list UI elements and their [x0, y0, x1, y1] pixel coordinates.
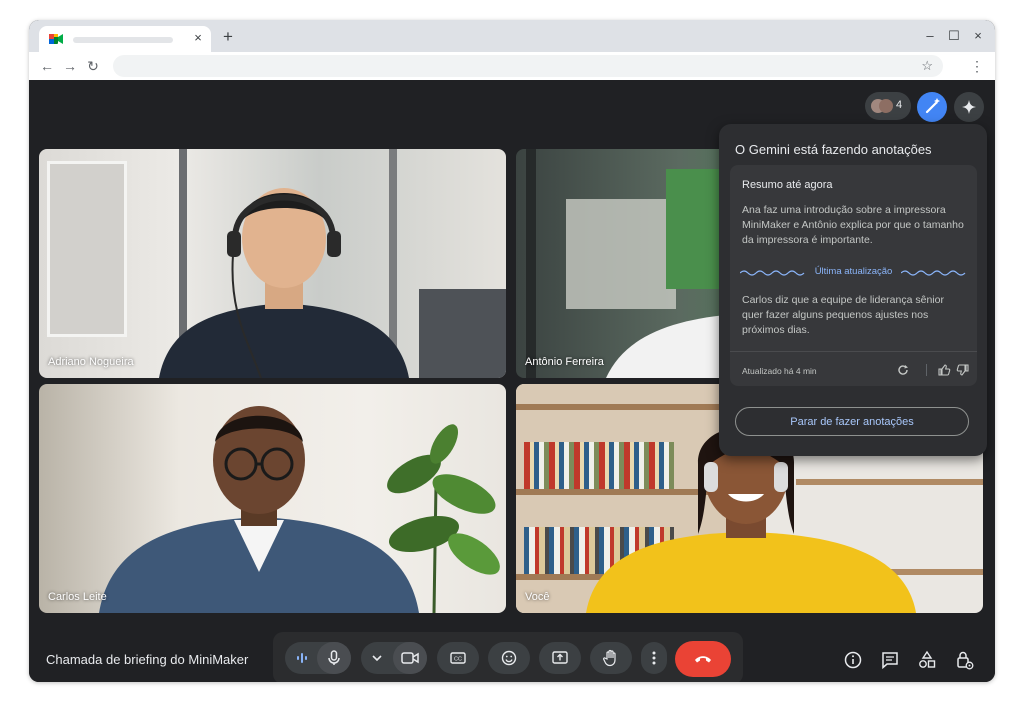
meet-favicon-icon — [49, 34, 63, 44]
participant-name-label: Você — [525, 591, 550, 603]
participant-name-label: Antônio Ferreira — [525, 356, 604, 368]
update-text: Carlos diz que a equipe de liderança sên… — [742, 294, 944, 336]
present-icon — [552, 651, 568, 664]
summary-card: Resumo até agora Ana faz uma introdução … — [730, 165, 977, 386]
panel-title: O Gemini está fazendo anotações — [735, 142, 932, 157]
call-controls-bar: CC — [273, 632, 743, 682]
window-close-button[interactable]: × — [967, 26, 989, 46]
captions-icon: CC — [450, 652, 466, 664]
voice-activity-icon — [297, 653, 307, 663]
captions-button[interactable]: CC — [437, 642, 479, 674]
raise-hand-button[interactable] — [590, 642, 632, 674]
last-update-divider: Última atualização — [740, 266, 967, 280]
end-call-icon — [695, 656, 711, 663]
participant-avatar — [879, 99, 893, 113]
wave-line-decoration — [740, 270, 805, 276]
gemini-notes-button[interactable] — [917, 92, 947, 122]
mic-button[interactable] — [317, 642, 351, 674]
browser-window: × + – ☐ × ← → ↻ ☆ ⋮ 4 Adriano Nogueira A… — [29, 20, 995, 682]
bookmark-star-icon[interactable]: ☆ — [921, 58, 933, 74]
summary-heading: Resumo até agora — [742, 179, 833, 191]
card-divider — [730, 351, 977, 352]
minimize-button[interactable]: – — [919, 26, 941, 46]
wave-line-decoration — [901, 270, 966, 276]
footer-separator — [926, 364, 927, 376]
browser-tab[interactable]: × — [39, 26, 211, 52]
back-button[interactable]: ← — [37, 56, 57, 76]
shelf-decoration — [47, 161, 127, 337]
summary-text: Ana faz uma introdução sobre a impressor… — [742, 204, 964, 246]
participant-figure — [606, 314, 736, 378]
meeting-title: Chamada de briefing do MiniMaker — [46, 652, 249, 667]
mic-icon — [328, 650, 340, 665]
activities-icon[interactable] — [913, 646, 941, 674]
host-controls-icon[interactable] — [950, 646, 978, 674]
participants-count: 4 — [896, 99, 903, 111]
thumbs-up-icon[interactable] — [937, 363, 951, 377]
plant-wall-decoration — [666, 169, 726, 289]
reload-button[interactable]: ↻ — [83, 56, 103, 76]
emoji-icon — [501, 650, 517, 666]
meet-stage: 4 Adriano Nogueira Antônio Ferreira Carl… — [29, 80, 995, 682]
tab-title-placeholder — [73, 37, 173, 43]
browser-toolbar: ← → ↻ ☆ ⋮ — [29, 52, 995, 81]
address-bar[interactable]: ☆ — [113, 55, 943, 77]
gemini-button[interactable] — [954, 92, 984, 122]
new-tab-button[interactable]: + — [217, 26, 239, 48]
stop-notes-button[interactable]: Parar de fazer anotações — [735, 407, 969, 436]
raise-hand-icon — [603, 649, 616, 667]
chat-icon[interactable] — [876, 646, 904, 674]
more-options-button[interactable] — [641, 642, 667, 674]
last-update-label: Última atualização — [814, 266, 893, 277]
more-options-icon — [652, 651, 656, 665]
maximize-button[interactable]: ☐ — [943, 26, 965, 46]
camera-button[interactable] — [393, 642, 427, 674]
updated-timestamp: Atualizado há 4 min — [742, 366, 817, 376]
refresh-icon[interactable] — [896, 363, 910, 377]
video-tile-carlos[interactable]: Carlos Leite — [39, 384, 506, 613]
desk-decoration — [419, 289, 506, 378]
camera-icon — [401, 652, 419, 664]
chevron-down-icon[interactable] — [371, 653, 383, 663]
tab-close-icon[interactable]: × — [189, 29, 207, 47]
participant-figure — [99, 406, 419, 613]
participant-figure — [159, 188, 409, 378]
tab-strip: × + – ☐ × — [29, 20, 995, 52]
mic-control-group — [285, 642, 351, 674]
video-tile-adriano[interactable]: Adriano Nogueira — [39, 149, 506, 378]
svg-text:CC: CC — [454, 657, 462, 663]
participant-name-label: Adriano Nogueira — [48, 356, 134, 368]
camera-control-group — [361, 642, 427, 674]
sparkle-icon — [962, 100, 976, 114]
participant-name-label: Carlos Leite — [48, 591, 107, 603]
shelf-board — [516, 404, 726, 410]
window-decoration — [566, 199, 676, 309]
thumbs-down-icon[interactable] — [956, 363, 970, 377]
browser-menu-button[interactable]: ⋮ — [967, 56, 987, 76]
magic-pen-icon — [925, 98, 940, 114]
door-frame-decoration — [526, 149, 536, 378]
end-call-button[interactable] — [675, 641, 731, 677]
gemini-notes-panel: O Gemini está fazendo anotações Resumo a… — [719, 124, 987, 456]
forward-button[interactable]: → — [60, 56, 80, 76]
participants-button[interactable]: 4 — [865, 92, 911, 120]
info-icon[interactable] — [839, 646, 867, 674]
emoji-reactions-button[interactable] — [488, 642, 530, 674]
present-screen-button[interactable] — [539, 642, 581, 674]
